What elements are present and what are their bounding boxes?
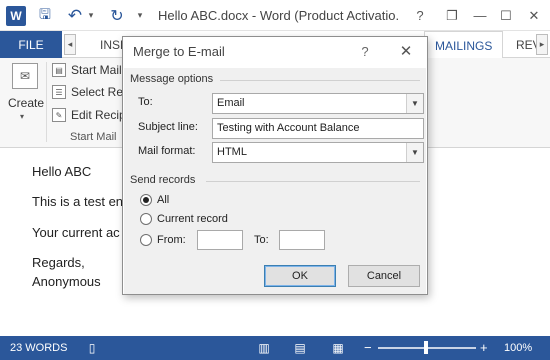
window-title: Hello ABC.docx - Word (Product Activatio…: [158, 8, 398, 23]
select-recipients-icon: ☰: [52, 85, 66, 99]
mail-format-select[interactable]: HTML ▼: [212, 142, 424, 163]
ribbon-display-options-button[interactable]: ❐: [440, 5, 464, 26]
subject-line-input[interactable]: Testing with Account Balance: [212, 118, 424, 139]
zoom-slider-thumb[interactable]: [424, 341, 428, 354]
radio-current-record[interactable]: Current record: [140, 211, 228, 227]
edit-recipients-icon: ✎: [52, 108, 66, 122]
print-layout-icon[interactable]: ▤: [292, 340, 308, 356]
title-bar: W 🖫 ↶ ▾ ↻ ▾ Hello ABC.docx - Word (Produ…: [0, 0, 550, 31]
edit-recipients-button[interactable]: ✎ Edit Recip: [52, 105, 126, 125]
radio-current-record-label: Current record: [157, 213, 228, 225]
undo-dropdown-icon[interactable]: ▾: [86, 5, 96, 26]
send-records-heading: Send records: [130, 174, 196, 186]
mail-format-label: Mail format:: [138, 145, 196, 157]
radio-from-label: From:: [157, 234, 186, 246]
message-options-heading: Message options: [130, 73, 214, 85]
chevron-down-icon[interactable]: ▼: [406, 143, 423, 162]
merge-to-email-dialog: Merge to E-mail ? ✕ Message options To: …: [122, 36, 428, 295]
section-divider: [220, 80, 420, 81]
dialog-close-button[interactable]: ✕: [395, 40, 417, 62]
word-logo-icon[interactable]: W: [6, 6, 26, 26]
help-button[interactable]: ?: [408, 5, 432, 26]
customize-quick-access-icon[interactable]: ▾: [134, 5, 146, 26]
group-divider: [46, 62, 47, 142]
proofing-icon[interactable]: ▯: [84, 340, 100, 356]
create-dropdown-icon: ▾: [20, 112, 25, 121]
radio-button[interactable]: [140, 213, 152, 225]
read-mode-icon[interactable]: ▥: [256, 340, 272, 356]
undo-icon[interactable]: ↶: [66, 5, 84, 26]
word-count[interactable]: 23 WORDS: [10, 342, 67, 354]
tab-mailings[interactable]: MAILINGS: [424, 31, 504, 59]
document-line: Hello ABC: [32, 164, 92, 179]
zoom-in-button[interactable]: +: [480, 340, 488, 355]
to-field-value: Email: [217, 97, 245, 109]
web-layout-icon[interactable]: ▦: [330, 340, 346, 356]
dialog-title: Merge to E-mail: [133, 44, 225, 59]
cancel-button[interactable]: Cancel: [348, 265, 420, 287]
radio-all-label: All: [157, 194, 170, 206]
redo-icon[interactable]: ↻: [108, 5, 126, 26]
zoom-out-button[interactable]: −: [364, 340, 372, 355]
to-record-label: To:: [254, 234, 269, 246]
radio-button[interactable]: [140, 234, 152, 246]
from-record-input[interactable]: [197, 230, 243, 250]
chevron-down-icon[interactable]: ▼: [406, 94, 423, 113]
edit-recipients-label: Edit Recip: [71, 108, 126, 122]
create-label: Create: [8, 96, 45, 110]
tab-file[interactable]: FILE: [0, 31, 62, 58]
dialog-help-button[interactable]: ?: [355, 41, 375, 61]
status-bar: 23 WORDS ▯ ▥ ▤ ▦ − + 100%: [0, 336, 550, 360]
close-window-button[interactable]: ✕: [522, 5, 546, 26]
select-recipients-button[interactable]: ☰ Select Reci: [52, 82, 132, 102]
minimize-button[interactable]: —: [468, 5, 492, 26]
envelope-icon: ✉: [12, 63, 38, 89]
document-line: Your current ac: [32, 225, 120, 240]
document-line: Anonymous: [32, 274, 101, 289]
dialog-body: Message options To: Email ▼ Subject line…: [124, 68, 426, 294]
radio-all[interactable]: All: [140, 192, 169, 208]
ok-button[interactable]: OK: [264, 265, 336, 287]
section-divider: [206, 181, 420, 182]
save-icon[interactable]: 🖫: [36, 5, 54, 26]
start-mail-merge-icon: ▤: [52, 63, 66, 77]
to-record-input[interactable]: [279, 230, 325, 250]
start-mail-merge-group-label: Start Mail: [70, 131, 117, 143]
to-field-select[interactable]: Email ▼: [212, 93, 424, 114]
start-mail-merge-label: Start Mail: [71, 63, 122, 77]
to-label: To:: [138, 96, 153, 108]
zoom-level[interactable]: 100%: [504, 342, 532, 354]
tab-scroll-right-icon[interactable]: ▸: [536, 34, 548, 55]
mail-format-value: HTML: [217, 146, 247, 158]
maximize-button[interactable]: ☐: [494, 5, 518, 26]
document-line: Regards,: [32, 255, 85, 270]
radio-from[interactable]: From:: [140, 232, 186, 248]
radio-button[interactable]: [140, 194, 152, 206]
tab-scroll-left-icon[interactable]: ◂: [64, 34, 76, 55]
create-group[interactable]: ✉ Create ▾: [4, 58, 44, 148]
document-line: This is a test en: [32, 194, 124, 209]
subject-line-label: Subject line:: [138, 121, 198, 133]
start-mail-merge-button[interactable]: ▤ Start Mail: [52, 60, 122, 80]
